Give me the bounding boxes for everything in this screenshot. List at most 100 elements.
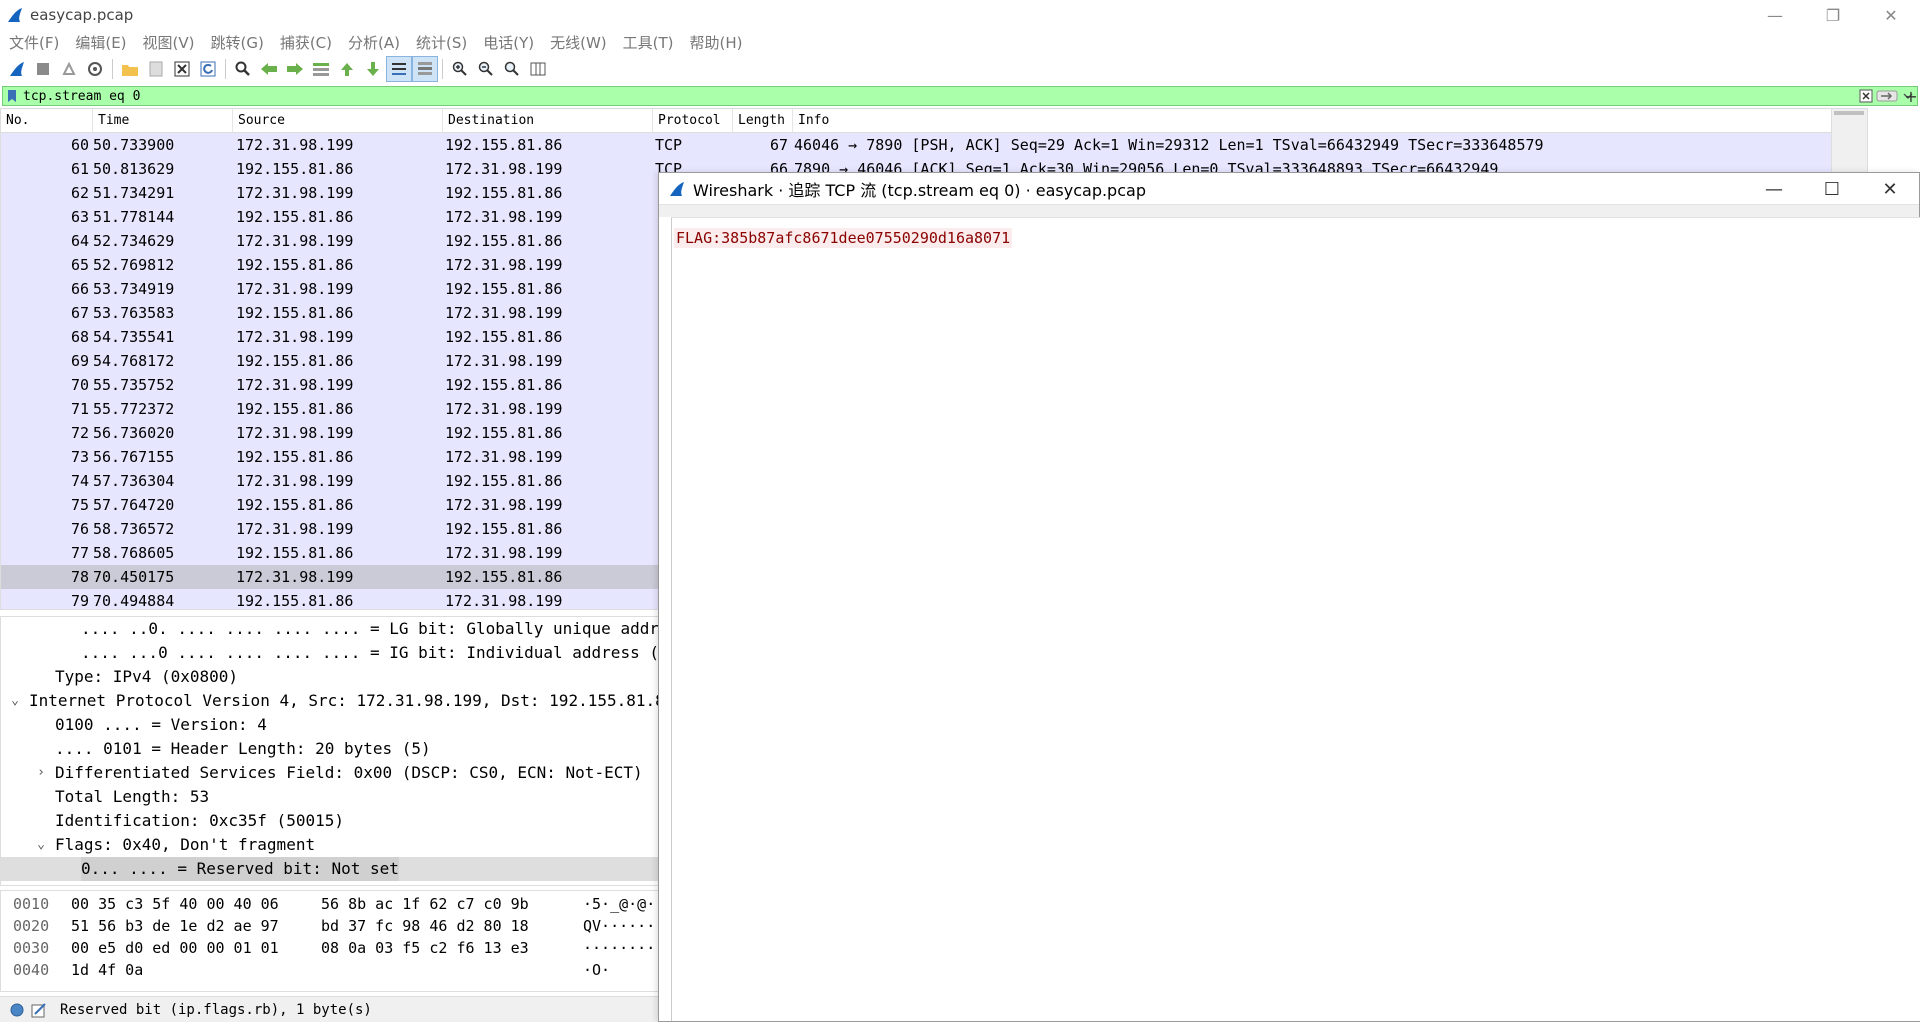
start-capture-icon[interactable] bbox=[4, 56, 30, 82]
hex-hex1[interactable]: 51 56 b3 de 1e d2 ae 97 bbox=[71, 915, 279, 937]
stream-client-text: FLAG:385b87afc8671dee07550290d16a8071 bbox=[674, 228, 1013, 248]
column-header-destination[interactable]: Destination bbox=[443, 109, 653, 133]
packet-cell-time: 58.736572 bbox=[93, 520, 175, 538]
minimize-button[interactable]: — bbox=[1746, 0, 1804, 30]
packet-cell-dst: 172.31.98.199 bbox=[445, 304, 563, 322]
hex-hex1[interactable]: 00 35 c3 5f 40 00 40 06 bbox=[71, 893, 279, 915]
detail-text: Total Length: 53 bbox=[55, 787, 210, 806]
packet-cell-time: 55.735752 bbox=[93, 376, 175, 394]
last-packet-icon[interactable] bbox=[360, 56, 386, 82]
collapse-arrow-icon[interactable]: ⌄ bbox=[33, 833, 49, 857]
hex-offset[interactable]: 0030 bbox=[13, 937, 49, 959]
auto-scroll-icon[interactable] bbox=[386, 56, 412, 82]
add-filter-button[interactable]: + bbox=[1902, 86, 1920, 106]
go-forward-icon[interactable] bbox=[282, 56, 308, 82]
menu-analyze[interactable]: 分析(A) bbox=[339, 32, 407, 53]
normal-size-icon[interactable] bbox=[499, 56, 525, 82]
hex-hex1[interactable]: 00 e5 d0 ed 00 00 01 01 bbox=[71, 937, 279, 959]
stream-content-area[interactable]: FLAG:385b87afc8671dee07550290d16a8071 bbox=[671, 217, 1920, 1021]
detail-line[interactable]: Type: IPv4 (0x0800) bbox=[1, 665, 659, 689]
restart-capture-icon[interactable] bbox=[56, 56, 82, 82]
capture-comment-icon[interactable] bbox=[30, 1001, 48, 1019]
zoom-out-icon[interactable] bbox=[473, 56, 499, 82]
close-file-icon[interactable] bbox=[169, 56, 195, 82]
scrollbar-thumb[interactable] bbox=[1834, 111, 1864, 115]
save-file-icon[interactable] bbox=[143, 56, 169, 82]
open-file-icon[interactable] bbox=[117, 56, 143, 82]
menu-edit[interactable]: 编辑(E) bbox=[66, 32, 133, 53]
hex-hex2[interactable]: bd 37 fc 98 46 d2 80 18 bbox=[321, 915, 529, 937]
clear-filter-icon[interactable] bbox=[1857, 88, 1875, 104]
detail-line[interactable]: .... ...0 .... .... .... .... = IG bit: … bbox=[1, 641, 659, 665]
expert-info-icon[interactable] bbox=[8, 1001, 26, 1019]
packet-cell-time: 55.772372 bbox=[93, 400, 175, 418]
hex-hex1[interactable]: 1d 4f 0a bbox=[71, 959, 143, 981]
packet-cell-time: 70.450175 bbox=[93, 568, 175, 586]
column-header-time[interactable]: Time bbox=[93, 109, 233, 133]
packet-cell-dst: 172.31.98.199 bbox=[445, 160, 563, 178]
dialog-minimize-button[interactable]: — bbox=[1745, 173, 1803, 205]
expand-arrow-icon[interactable]: › bbox=[33, 761, 49, 785]
menu-view[interactable]: 视图(V) bbox=[134, 32, 202, 53]
packet-cell-len: 67 bbox=[769, 136, 788, 154]
detail-line[interactable]: ⌄ Internet Protocol Version 4, Src: 172.3… bbox=[1, 689, 659, 713]
go-to-packet-icon[interactable] bbox=[308, 56, 334, 82]
find-packet-icon[interactable] bbox=[230, 56, 256, 82]
detail-line[interactable]: Identification: 0xc35f (50015) bbox=[1, 809, 659, 833]
close-button[interactable]: ✕ bbox=[1862, 0, 1920, 30]
capture-options-icon[interactable] bbox=[82, 56, 108, 82]
detail-text: .... ..0. .... .... .... .... = LG bit: … bbox=[81, 619, 659, 638]
packet-row[interactable]: 60 50.733900 172.31.98.199 192.155.81.86 TCP… bbox=[1, 133, 1867, 157]
restore-button[interactable]: ❐ bbox=[1804, 0, 1862, 30]
detail-line[interactable]: Total Length: 53 bbox=[1, 785, 659, 809]
packet-cell-src: 172.31.98.199 bbox=[236, 424, 354, 442]
resize-columns-icon[interactable] bbox=[525, 56, 551, 82]
packet-cell-dst: 172.31.98.199 bbox=[445, 544, 563, 562]
detail-line[interactable]: 0100 .... = Version: 4 bbox=[1, 713, 659, 737]
detail-line[interactable]: 0... .... = Reserved bit: Not set bbox=[1, 857, 659, 881]
menu-go[interactable]: 跳转(G) bbox=[202, 32, 271, 53]
apply-filter-icon[interactable] bbox=[1875, 88, 1899, 104]
hex-ascii[interactable]: QV······ bbox=[583, 915, 655, 937]
menu-capture[interactable]: 捕获(C) bbox=[271, 32, 339, 53]
packet-cell-no: 76 bbox=[70, 520, 89, 538]
packet-list-header: No. Time Source Destination Protocol Len… bbox=[1, 109, 1867, 133]
hex-ascii[interactable]: ·5·_@·@· bbox=[583, 893, 655, 915]
window-title: easycap.pcap bbox=[30, 6, 134, 24]
detail-line[interactable]: .... 0101 = Header Length: 20 bytes (5) bbox=[1, 737, 659, 761]
detail-line[interactable]: ⌄ Flags: 0x40, Don't fragment bbox=[1, 833, 659, 857]
dialog-close-button[interactable]: ✕ bbox=[1861, 173, 1919, 205]
filter-bookmark-icon[interactable] bbox=[5, 88, 19, 104]
menu-help[interactable]: 帮助(H) bbox=[681, 32, 750, 53]
display-filter-input[interactable]: tcp.stream eq 0 bbox=[23, 89, 1857, 104]
column-header-length[interactable]: Length bbox=[733, 109, 793, 133]
first-packet-icon[interactable] bbox=[334, 56, 360, 82]
packet-cell-no: 79 bbox=[70, 592, 89, 610]
column-header-source[interactable]: Source bbox=[233, 109, 443, 133]
hex-hex2[interactable]: 56 8b ac 1f 62 c7 c0 9b bbox=[321, 893, 529, 915]
hex-ascii[interactable]: ········ bbox=[583, 937, 655, 959]
column-header-info[interactable]: Info bbox=[793, 109, 1867, 133]
menu-tools[interactable]: 工具(T) bbox=[614, 32, 681, 53]
column-header-no[interactable]: No. bbox=[1, 109, 93, 133]
detail-line[interactable]: .... ..0. .... .... .... .... = LG bit: … bbox=[1, 617, 659, 641]
reload-file-icon[interactable] bbox=[195, 56, 221, 82]
hex-ascii[interactable]: ·O· bbox=[583, 959, 610, 981]
colorize-icon[interactable] bbox=[412, 56, 438, 82]
toolbar-separator bbox=[225, 59, 226, 79]
hex-offset[interactable]: 0020 bbox=[13, 915, 49, 937]
collapse-arrow-icon[interactable]: ⌄ bbox=[7, 689, 23, 713]
column-header-protocol[interactable]: Protocol bbox=[653, 109, 733, 133]
menu-wireless[interactable]: 无线(W) bbox=[541, 32, 614, 53]
menu-file[interactable]: 文件(F) bbox=[0, 32, 66, 53]
stop-capture-icon[interactable] bbox=[30, 56, 56, 82]
menu-telephony[interactable]: 电话(Y) bbox=[474, 32, 541, 53]
dialog-maximize-button[interactable]: ☐ bbox=[1803, 173, 1861, 205]
hex-offset[interactable]: 0010 bbox=[13, 893, 49, 915]
go-back-icon[interactable] bbox=[256, 56, 282, 82]
menu-statistics[interactable]: 统计(S) bbox=[407, 32, 474, 53]
zoom-in-icon[interactable] bbox=[447, 56, 473, 82]
detail-line[interactable]: › Differentiated Services Field: 0x00 (DS… bbox=[1, 761, 659, 785]
hex-offset[interactable]: 0040 bbox=[13, 959, 49, 981]
hex-hex2[interactable]: 08 0a 03 f5 c2 f6 13 e3 bbox=[321, 937, 529, 959]
